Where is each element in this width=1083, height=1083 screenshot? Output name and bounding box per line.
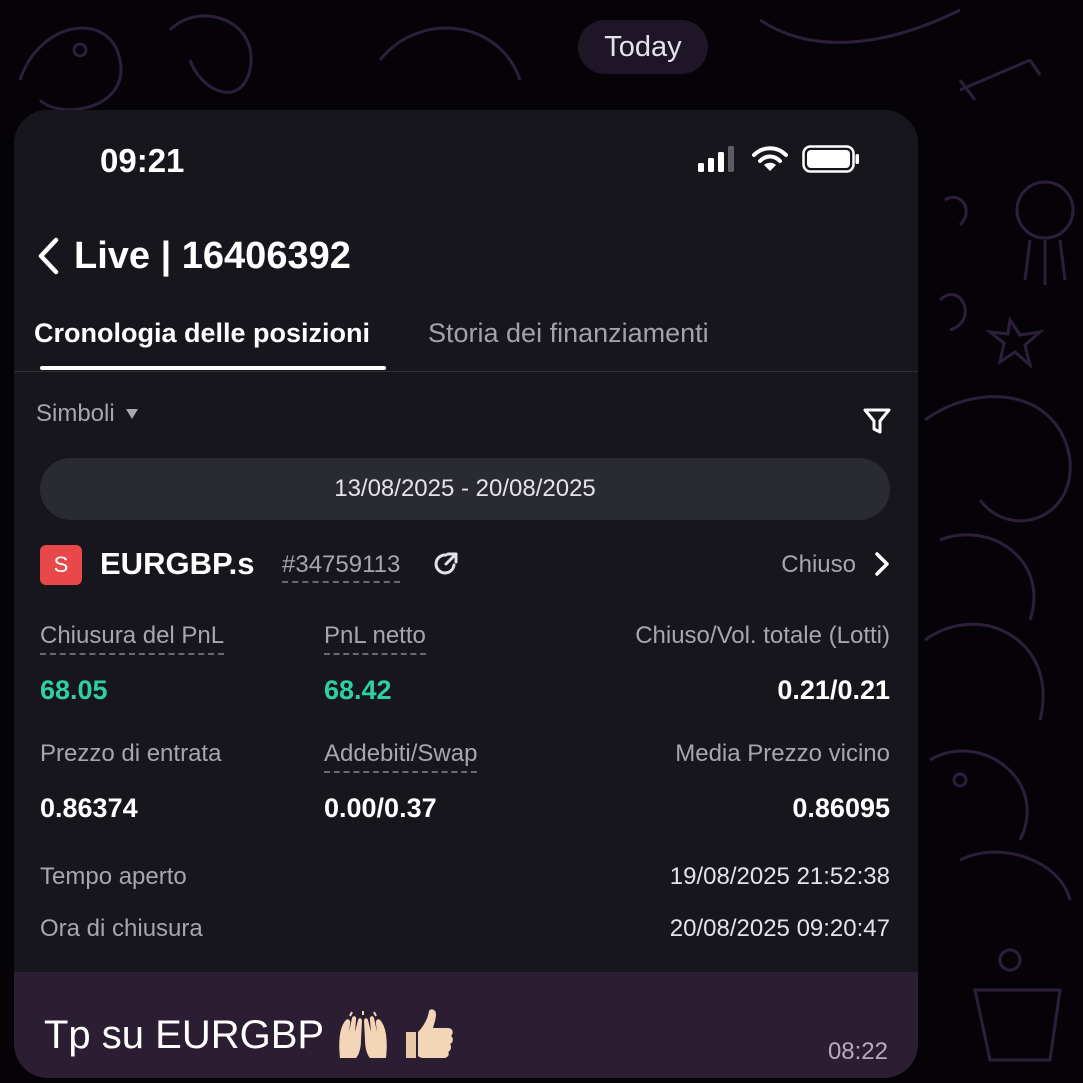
- page-title: Live | 16406392: [74, 234, 351, 277]
- tab-position-history[interactable]: Cronologia delle posizioni: [34, 318, 370, 349]
- message-body: Tp su EURGBP: [44, 1012, 325, 1057]
- entry-price-value: 0.86374: [40, 793, 138, 823]
- chevron-right-icon[interactable]: [872, 550, 892, 578]
- wifi-icon: [752, 146, 788, 171]
- page-header: Live | 16406392: [36, 228, 351, 284]
- date-range-selector[interactable]: 13/08/2025 - 20/08/2025: [40, 458, 890, 520]
- closing-pnl-value: 68.05: [40, 675, 108, 705]
- position-header[interactable]: S EURGBP.s #34759113 Chiuso: [40, 542, 892, 586]
- thumbs-up-icon: [406, 1009, 453, 1058]
- active-tab-indicator: [40, 366, 386, 370]
- share-icon[interactable]: [432, 550, 460, 578]
- trade-screenshot[interactable]: 09:21 Live | 16406392 Cronologia delle p…: [14, 110, 918, 972]
- charges-swap-label[interactable]: Addebiti/Swap: [324, 740, 478, 773]
- charges-swap-value: 0.00/0.37: [324, 793, 437, 823]
- date-separator: Today: [578, 20, 708, 74]
- sell-badge: S: [40, 545, 82, 585]
- order-id[interactable]: #34759113: [282, 551, 401, 583]
- cellular-signal-icon: [698, 146, 734, 172]
- closing-pnl-label[interactable]: Chiusura del PnL: [40, 622, 225, 655]
- message-bubble[interactable]: 09:21 Live | 16406392 Cronologia delle p…: [14, 110, 918, 1078]
- message-text: Tp su EURGBP: [44, 1008, 456, 1062]
- avg-close-price-value: 0.86095: [792, 793, 890, 823]
- message-timestamp: 08:22: [827, 1038, 888, 1065]
- closed-volume-value: 0.21/0.21: [777, 675, 890, 705]
- status-bar-time: 09:21: [100, 142, 185, 179]
- close-time-label: Ora di chiusura: [40, 915, 203, 942]
- tab-divider: [14, 371, 918, 372]
- entry-price-label: Prezzo di entrata: [40, 740, 222, 767]
- open-time-label: Tempo aperto: [40, 863, 187, 890]
- back-chevron-icon[interactable]: [36, 232, 70, 280]
- position-status: Chiuso: [781, 551, 856, 578]
- net-pnl-value: 68.42: [324, 675, 392, 705]
- battery-icon: [802, 145, 859, 173]
- symbol-name: EURGBP.s: [100, 546, 255, 581]
- filter-funnel-icon[interactable]: [862, 406, 892, 436]
- close-time-value: 20/08/2025 09:20:47: [669, 915, 890, 942]
- symbols-dropdown-label: Simboli: [36, 400, 115, 427]
- status-bar-icons: [696, 144, 860, 174]
- symbols-dropdown[interactable]: Simboli: [36, 400, 139, 428]
- tab-funding-history[interactable]: Storia dei finanziamenti: [428, 318, 709, 349]
- caret-down-icon: [125, 409, 138, 419]
- closed-volume-label: Chiuso/Vol. totale (Lotti): [635, 622, 890, 649]
- open-time-value: 19/08/2025 21:52:38: [669, 863, 890, 890]
- net-pnl-label[interactable]: PnL netto: [324, 622, 426, 655]
- raising-hands-icon: [339, 1011, 387, 1058]
- avg-close-price-label: Media Prezzo vicino: [675, 740, 890, 767]
